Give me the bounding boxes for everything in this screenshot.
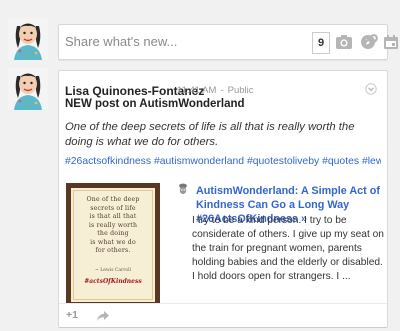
hashtag-link[interactable]: #autismwonderland (154, 156, 244, 167)
author-avatar[interactable] (8, 68, 48, 110)
hashtag-list: #26actsofkindness #autismwonderland #quo… (65, 156, 381, 167)
plus-one-button[interactable]: +1 (66, 309, 78, 321)
post-visibility: Public (227, 85, 254, 96)
post-meta: 11:41 AM - Public (177, 85, 257, 96)
link-description: I try to be a kind person. I try to be c… (192, 215, 384, 282)
hashtag-link[interactable]: #lewiscarroll (362, 156, 381, 167)
thumbnail-tag: #actsOfKindness (84, 278, 142, 285)
post-options-icon[interactable] (365, 82, 377, 95)
share-arrow-icon[interactable] (96, 309, 110, 321)
hashtag-link[interactable]: #quotes (322, 156, 359, 167)
camera-icon[interactable] (333, 31, 355, 53)
notification-count[interactable]: 9 (312, 32, 330, 54)
thumbnail-credit: ~ Lewis Carroll (95, 268, 131, 273)
post-quote: One of the deep secrets of life is all t… (65, 121, 355, 148)
post-headline: NEW post on AutismWonderland (65, 98, 245, 110)
avatar-illustration (8, 68, 48, 110)
post-card: Lisa Quinones-Fontanez 11:41 AM - Public N… (58, 70, 388, 328)
hashtag-link[interactable]: #26actsofkindness (65, 156, 151, 167)
meta-separator: - (220, 85, 224, 96)
post-action-bar: +1 (59, 303, 387, 327)
event-icon[interactable] (380, 31, 400, 53)
share-box: 9 (58, 24, 398, 60)
hashtag-link[interactable]: #quotestoliveby (247, 156, 319, 167)
link-icon[interactable] (360, 30, 382, 52)
user-avatar[interactable] (8, 18, 48, 60)
share-input[interactable] (65, 31, 255, 51)
thumbnail-quote: One of the deep secrets of life is that … (86, 196, 140, 254)
link-thumbnail[interactable]: One of the deep secrets of life is that … (66, 183, 160, 307)
site-favicon-icon (176, 182, 190, 196)
avatar-illustration (8, 18, 48, 60)
post-time[interactable]: 11:41 AM (177, 85, 216, 96)
